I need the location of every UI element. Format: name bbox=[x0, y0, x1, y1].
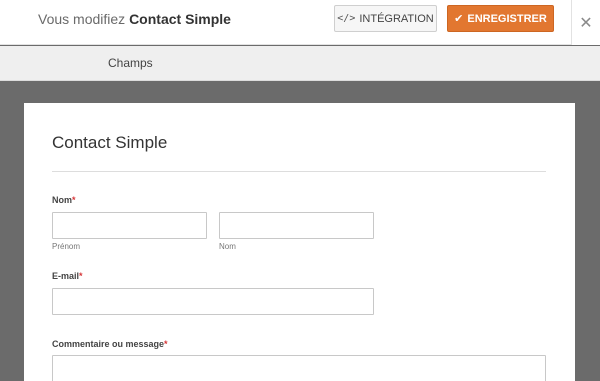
close-button[interactable]: ✕ bbox=[571, 0, 600, 45]
tab-bar: Champs bbox=[0, 46, 600, 81]
embed-button[interactable]: </> INTÉGRATION bbox=[334, 5, 437, 32]
first-name-input[interactable] bbox=[52, 212, 207, 239]
save-button-label: ENREGISTRER bbox=[467, 12, 547, 25]
editing-form-name: Contact Simple bbox=[129, 11, 231, 27]
check-icon: ✔ bbox=[454, 12, 464, 25]
editing-prefix: Vous modifiez bbox=[38, 11, 126, 27]
builder-header: Vous modifiez Contact Simple </> INTÉGRA… bbox=[0, 0, 600, 45]
form-preview: Contact Simple Nom* Prénom Nom E-mail* C… bbox=[24, 103, 575, 381]
last-name-input[interactable] bbox=[219, 212, 374, 239]
tab-fields[interactable]: Champs bbox=[108, 56, 153, 70]
name-field-label: Nom* bbox=[52, 195, 76, 205]
close-icon: ✕ bbox=[579, 13, 593, 32]
first-name-sublabel: Prénom bbox=[52, 242, 81, 251]
message-textarea[interactable] bbox=[52, 355, 546, 381]
message-field-label: Commentaire ou message* bbox=[52, 339, 168, 349]
title-divider bbox=[52, 171, 546, 172]
embed-button-label: INTÉGRATION bbox=[359, 12, 434, 25]
editing-title: Vous modifiez Contact Simple bbox=[38, 11, 231, 27]
required-mark: * bbox=[79, 271, 83, 281]
form-title: Contact Simple bbox=[52, 133, 168, 152]
save-button[interactable]: ✔ ENREGISTRER bbox=[447, 5, 554, 32]
required-mark: * bbox=[164, 339, 168, 349]
required-mark: * bbox=[72, 195, 76, 205]
email-input[interactable] bbox=[52, 288, 374, 315]
email-field-label: E-mail* bbox=[52, 271, 83, 281]
last-name-sublabel: Nom bbox=[219, 242, 236, 251]
code-icon: </> bbox=[337, 13, 356, 24]
